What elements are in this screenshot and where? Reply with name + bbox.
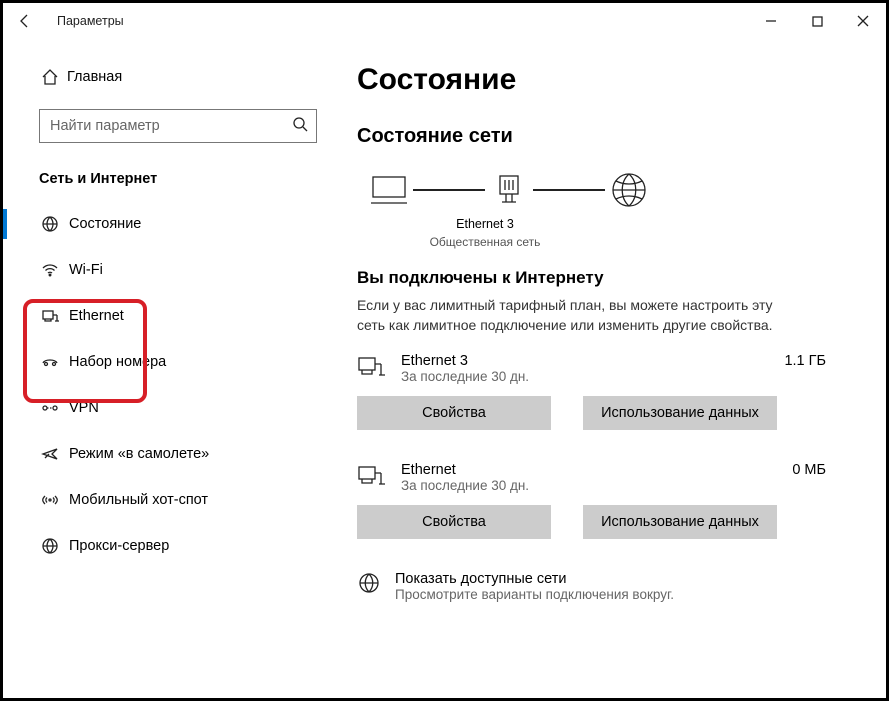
sidebar-item-airplane[interactable]: Режим «в самолете» — [3, 431, 325, 477]
search-icon — [292, 116, 308, 136]
home-label: Главная — [67, 69, 122, 85]
connection-usage: 0 МБ — [792, 462, 870, 478]
globe-icon — [357, 571, 381, 602]
nav-label: Wi-Fi — [69, 262, 103, 278]
sidebar-item-ethernet[interactable]: Ethernet — [3, 293, 325, 339]
show-networks-link[interactable]: Показать доступные сети Просмотрите вари… — [357, 571, 870, 602]
ethernet-icon — [357, 462, 401, 495]
nav-label: VPN — [69, 400, 99, 416]
sidebar: Главная Найти параметр Сеть и Интернет С… — [3, 39, 325, 698]
sidebar-item-hotspot[interactable]: Мобильный хот-спот — [3, 477, 325, 523]
router-icon — [485, 170, 533, 210]
show-networks-title: Показать доступные сети — [395, 571, 674, 587]
sidebar-item-dialup[interactable]: Набор номера — [3, 339, 325, 385]
connected-description: Если у вас лимитный тарифный план, вы мо… — [357, 296, 777, 335]
connection-row: Ethernet 3 За последние 30 дн. 1.1 ГБ — [357, 353, 870, 386]
sidebar-item-wifi[interactable]: Wi-Fi — [3, 247, 325, 293]
nav-label: Прокси-сервер — [69, 538, 169, 554]
close-button[interactable] — [840, 5, 886, 37]
nav-label: Состояние — [69, 216, 141, 232]
data-usage-button[interactable]: Использование данных — [583, 396, 777, 430]
page-title: Состояние — [357, 63, 870, 97]
sidebar-item-status[interactable]: Состояние — [3, 201, 325, 247]
data-usage-button[interactable]: Использование данных — [583, 505, 777, 539]
diagram-caption: Ethernet 3 Общественная сеть — [345, 216, 625, 250]
titlebar: Параметры — [3, 3, 886, 39]
pc-icon — [365, 170, 413, 210]
maximize-button[interactable] — [794, 5, 840, 37]
connection-period: За последние 30 дн. — [401, 369, 784, 384]
minimize-button[interactable] — [748, 5, 794, 37]
properties-button[interactable]: Свойства — [357, 505, 551, 539]
back-button[interactable] — [17, 13, 39, 29]
settings-window: Параметры Главная Найти параметр Сеть и … — [0, 0, 889, 701]
dialup-icon — [41, 353, 69, 371]
search-placeholder: Найти параметр — [50, 118, 292, 134]
airplane-icon — [41, 445, 69, 463]
globe-icon — [41, 215, 69, 233]
connection-period: За последние 30 дн. — [401, 478, 792, 493]
properties-button[interactable]: Свойства — [357, 396, 551, 430]
internet-icon — [605, 170, 653, 210]
show-networks-sub: Просмотрите варианты подключения вокруг. — [395, 587, 674, 602]
home-link[interactable]: Главная — [3, 59, 325, 95]
vpn-icon — [41, 399, 69, 417]
wifi-icon — [41, 261, 69, 279]
nav-label: Ethernet — [69, 308, 124, 324]
section-heading: Состояние сети — [357, 125, 870, 148]
content-pane: Состояние Состояние сети Ethernet 3 Обще… — [325, 39, 886, 698]
search-input[interactable]: Найти параметр — [39, 109, 317, 143]
diagram-network-type: Общественная сеть — [345, 234, 625, 251]
connection-row: Ethernet За последние 30 дн. 0 МБ — [357, 462, 870, 495]
connection-usage: 1.1 ГБ — [784, 353, 870, 369]
nav-label: Набор номера — [69, 354, 166, 370]
connected-heading: Вы подключены к Интернету — [357, 268, 870, 288]
proxy-icon — [41, 537, 69, 555]
home-icon — [41, 68, 67, 86]
category-title: Сеть и Интернет — [39, 171, 325, 187]
connection-name: Ethernet — [401, 462, 792, 478]
diagram-network-name: Ethernet 3 — [345, 216, 625, 234]
network-diagram — [365, 170, 870, 210]
ethernet-icon — [41, 307, 69, 325]
sidebar-item-proxy[interactable]: Прокси-сервер — [3, 523, 325, 569]
hotspot-icon — [41, 491, 69, 509]
nav-label: Мобильный хот-спот — [69, 492, 208, 508]
ethernet-icon — [357, 353, 401, 386]
nav-label: Режим «в самолете» — [69, 446, 209, 462]
window-title: Параметры — [57, 14, 124, 28]
connection-name: Ethernet 3 — [401, 353, 784, 369]
sidebar-item-vpn[interactable]: VPN — [3, 385, 325, 431]
